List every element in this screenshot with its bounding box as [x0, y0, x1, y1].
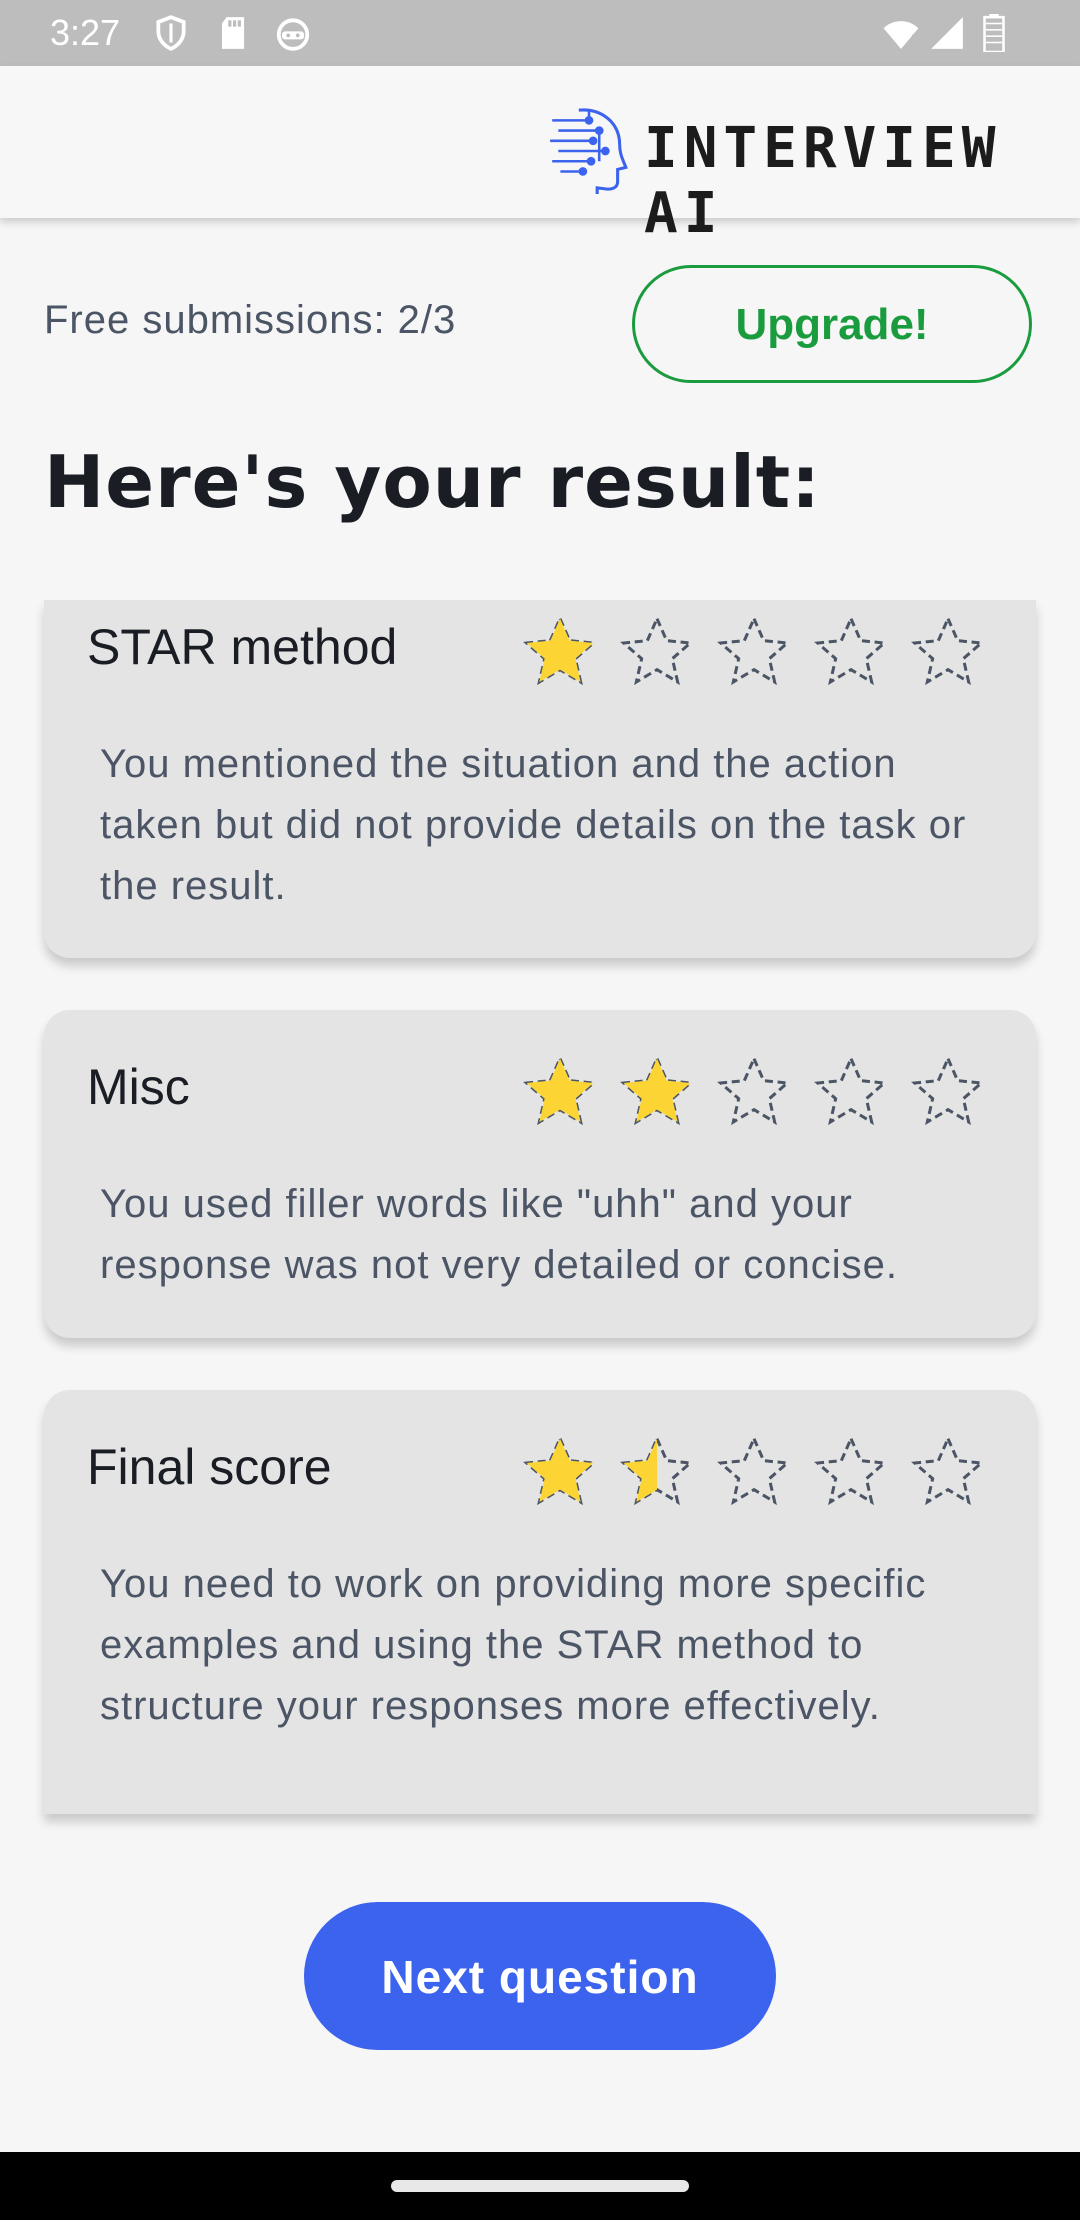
star-half-icon: [620, 1434, 694, 1506]
shield-icon: [156, 15, 186, 51]
star-empty-icon: [814, 1054, 888, 1126]
result-card-star-method: STAR method You mentioned the situation …: [44, 600, 1036, 958]
app-logo-text: INTERVIEW AI: [644, 116, 1002, 246]
card-title: Final score: [87, 1439, 332, 1495]
star-empty-icon: [717, 1434, 791, 1506]
star-filled-icon: [523, 1054, 597, 1126]
star-empty-icon: [717, 1054, 791, 1126]
home-indicator[interactable]: [391, 2180, 689, 2192]
result-card-misc: Misc You used filler words like "uhh" an…: [44, 1010, 1036, 1338]
battery-icon: [983, 14, 1005, 52]
wifi-icon: [883, 21, 919, 49]
ai-head-icon: [550, 108, 628, 194]
card-feedback-text: You mentioned the situation and the acti…: [100, 742, 967, 908]
star-filled-icon: [523, 1434, 597, 1506]
free-submissions-label: Free submissions: 2/3: [44, 298, 457, 342]
signal-icon: [931, 17, 963, 49]
star-empty-icon: [814, 614, 888, 686]
star-filled-icon: [523, 614, 597, 686]
status-bar: 3:27: [0, 0, 1080, 66]
star-empty-icon: [717, 614, 791, 686]
card-feedback-text: You need to work on providing more speci…: [100, 1562, 927, 1728]
next-question-button[interactable]: Next question: [304, 1902, 776, 2050]
card-title: STAR method: [87, 619, 398, 675]
star-empty-icon: [911, 614, 985, 686]
sdcard-icon: [221, 17, 245, 49]
page-title: Here's your result:: [44, 440, 821, 524]
app-header: INTERVIEW AI: [0, 66, 1080, 246]
result-card-final-score: Final score You need to work on providin…: [44, 1390, 1036, 1814]
star-empty-icon: [620, 614, 694, 686]
android-icon: [276, 18, 310, 51]
star-empty-icon: [911, 1054, 985, 1126]
star-empty-icon: [814, 1434, 888, 1506]
card-feedback-text: You used filler words like "uhh" and you…: [100, 1182, 898, 1287]
status-time: 3:27: [50, 12, 121, 53]
star-filled-icon: [620, 1054, 694, 1126]
upgrade-button[interactable]: Upgrade!: [632, 265, 1032, 383]
star-empty-icon: [911, 1434, 985, 1506]
card-title: Misc: [87, 1059, 190, 1115]
